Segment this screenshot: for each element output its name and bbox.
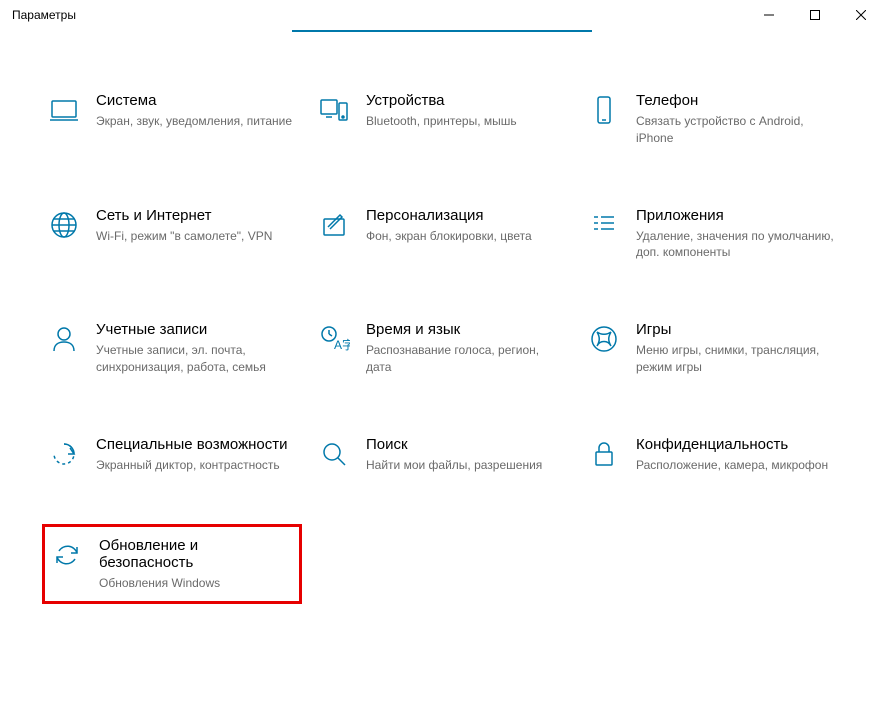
tile-title: Приложения [636,207,836,224]
tile-phone[interactable]: Телефон Связать устройство с Android, iP… [582,82,842,157]
tile-title: Поиск [366,436,566,453]
tile-desc: Bluetooth, принтеры, мышь [366,113,566,130]
tile-title: Специальные возможности [96,436,296,453]
maximize-button[interactable] [792,0,838,30]
tile-system[interactable]: Система Экран, звук, уведомления, питани… [42,82,302,157]
tile-apps[interactable]: Приложения Удаление, значения по умолчан… [582,197,842,272]
settings-grid: Система Экран, звук, уведомления, питани… [0,82,884,604]
tile-desc: Найти мои файлы, разрешения [366,457,566,474]
tile-title: Конфиденциальность [636,436,836,453]
tile-title: Система [96,92,296,109]
close-button[interactable] [838,0,884,30]
search-icon [318,438,350,470]
window-controls [746,0,884,30]
paint-icon [318,209,350,241]
tile-accessibility[interactable]: Специальные возможности Экранный диктор,… [42,426,302,484]
tile-time-language[interactable]: A字 Время и язык Распознавание голоса, ре… [312,311,572,386]
minimize-button[interactable] [746,0,792,30]
time-language-icon: A字 [318,323,350,355]
person-icon [48,323,80,355]
tile-title: Обновление и безопасность [99,537,293,571]
tile-title: Учетные записи [96,321,296,338]
devices-icon [318,94,350,126]
accessibility-icon [48,438,80,470]
tile-desc: Экранный диктор, контрастность [96,457,296,474]
tile-desc: Удаление, значения по умолчанию, доп. ко… [636,228,836,262]
tile-desc: Wi-Fi, режим "в самолете", VPN [96,228,296,245]
tile-desc: Меню игры, снимки, трансляция, режим игр… [636,342,836,376]
xbox-icon [588,323,620,355]
tile-title: Персонализация [366,207,566,224]
tile-title: Игры [636,321,836,338]
tile-privacy[interactable]: Конфиденциальность Расположение, камера,… [582,426,842,484]
tile-devices[interactable]: Устройства Bluetooth, принтеры, мышь [312,82,572,157]
tile-title: Сеть и Интернет [96,207,296,224]
tile-update-security[interactable]: Обновление и безопасность Обновления Win… [42,524,302,605]
system-icon [48,94,80,126]
lock-icon [588,438,620,470]
tile-network[interactable]: Сеть и Интернет Wi-Fi, режим "в самолете… [42,197,302,272]
update-icon [51,539,83,571]
phone-icon [588,94,620,126]
tile-desc: Обновления Windows [99,575,293,592]
search-underline[interactable] [292,30,592,32]
tile-search[interactable]: Поиск Найти мои файлы, разрешения [312,426,572,484]
window-title: Параметры [12,8,76,22]
tile-title: Устройства [366,92,566,109]
titlebar: Параметры [0,0,884,30]
globe-icon [48,209,80,241]
tile-accounts[interactable]: Учетные записи Учетные записи, эл. почта… [42,311,302,386]
tile-desc: Экран, звук, уведомления, питание [96,113,296,130]
tile-desc: Связать устройство с Android, iPhone [636,113,836,147]
tile-desc: Распознавание голоса, регион, дата [366,342,566,376]
svg-text:A字: A字 [334,337,350,352]
tile-desc: Учетные записи, эл. почта, синхронизация… [96,342,296,376]
tile-title: Телефон [636,92,836,109]
tile-desc: Фон, экран блокировки, цвета [366,228,566,245]
tile-title: Время и язык [366,321,566,338]
tile-personalization[interactable]: Персонализация Фон, экран блокировки, цв… [312,197,572,272]
tile-gaming[interactable]: Игры Меню игры, снимки, трансляция, режи… [582,311,842,386]
tile-desc: Расположение, камера, микрофон [636,457,836,474]
apps-icon [588,209,620,241]
